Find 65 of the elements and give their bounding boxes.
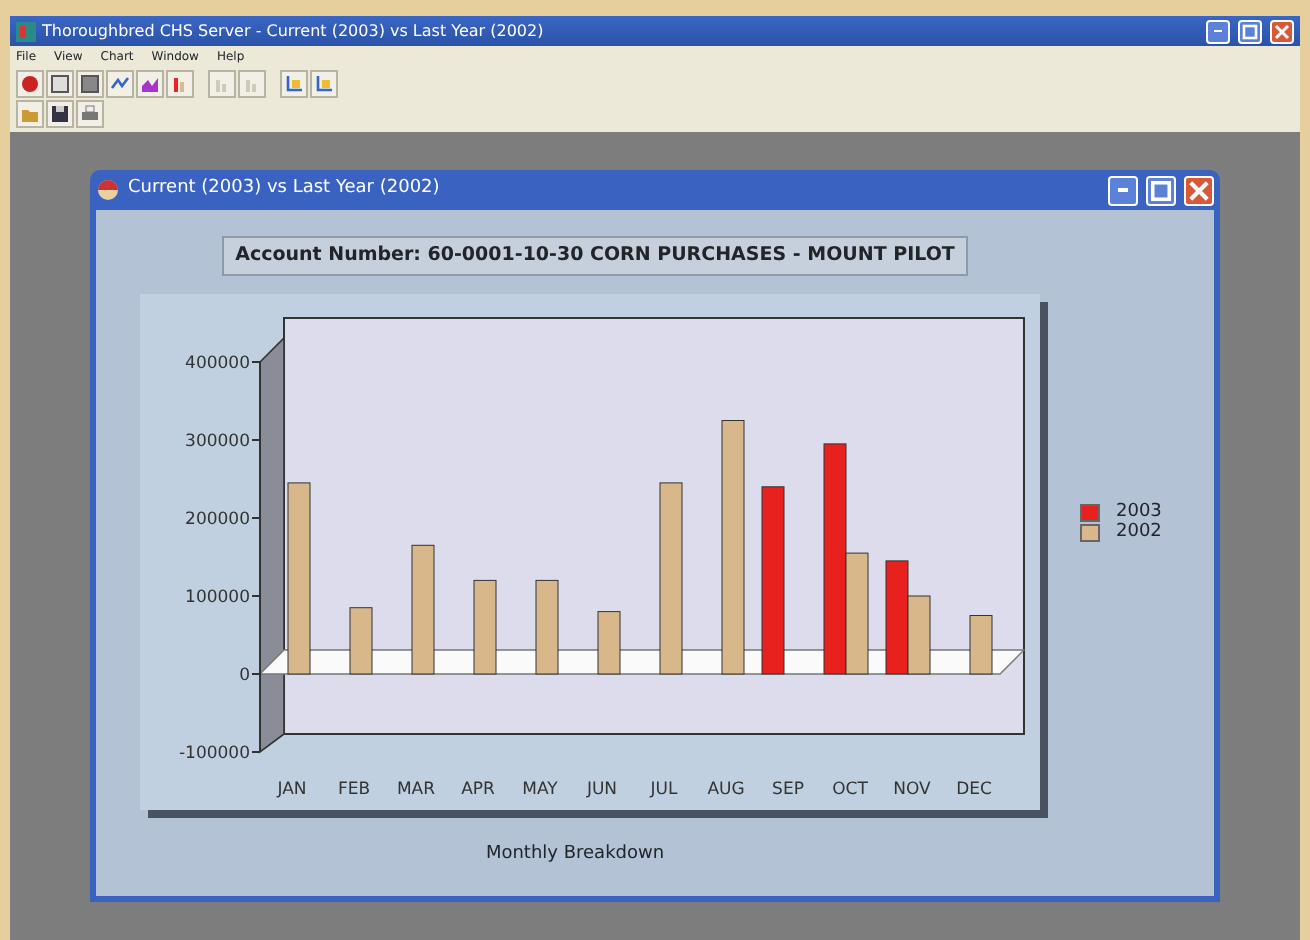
table-button[interactable] — [46, 70, 74, 98]
close-icon — [1274, 23, 1290, 39]
maximize-icon — [1242, 23, 1258, 39]
category-label: JUN — [586, 780, 618, 801]
tick-label: 200000 — [185, 510, 250, 531]
tick-label: -100000 — [178, 744, 250, 765]
tick-label: 0 — [239, 666, 250, 687]
pie-chart-icon — [20, 74, 40, 94]
bar — [473, 580, 497, 675]
category-label: NOV — [893, 780, 931, 801]
bar-chart-icon — [170, 74, 190, 94]
tick-label: 400000 — [185, 354, 250, 375]
area-chart-button[interactable] — [136, 70, 164, 98]
category-label: MAR — [396, 780, 436, 801]
area-chart-icon — [140, 74, 160, 94]
folder-icon — [20, 104, 40, 124]
window-title: Current (2003) vs Last Year (2002) — [128, 176, 442, 203]
category-label: FEB — [337, 780, 371, 801]
axis-chart-button[interactable] — [280, 70, 308, 98]
pie-chart-button[interactable] — [16, 70, 44, 98]
bar — [535, 580, 559, 675]
print-button[interactable] — [76, 100, 104, 128]
minimize-icon — [1214, 29, 1222, 33]
close-button[interactable] — [1184, 175, 1214, 205]
tick-label: 300000 — [185, 432, 250, 453]
category-label: SEP — [772, 780, 804, 801]
bar — [597, 611, 621, 675]
axis-chart-button[interactable] — [310, 70, 338, 98]
close-icon — [1188, 179, 1210, 201]
category-label: OCT — [832, 780, 868, 801]
category-label: MAY — [522, 780, 558, 801]
category-label: JAN — [277, 780, 307, 801]
grid-icon — [80, 74, 100, 94]
category-label: JUL — [650, 780, 678, 801]
axis-label: Monthly Breakdown — [485, 842, 665, 869]
bar — [349, 607, 373, 675]
bar — [411, 545, 435, 675]
bar-chart-button[interactable] — [166, 70, 194, 98]
category-label: DEC — [956, 780, 992, 801]
category-label: APR — [461, 780, 495, 801]
maximize-button[interactable] — [1238, 19, 1262, 43]
legend-label: 2002 — [1116, 522, 1162, 543]
table-icon — [50, 74, 70, 94]
save-icon — [50, 104, 70, 124]
save-button[interactable] — [46, 100, 74, 128]
tick-label: 100000 — [185, 588, 250, 609]
axis-chart-icon — [284, 74, 304, 94]
window-title: Thoroughbred CHS Server - Current (2003) vs Last Year (2002) — [42, 19, 546, 43]
legend-label: 2003 — [1116, 502, 1162, 523]
chart-title: Account Number: 60-0001-10-30 CORN PURCHASES - MOUNT PILOT — [221, 236, 969, 277]
maximize-icon — [1150, 179, 1172, 201]
close-button[interactable] — [1270, 19, 1294, 43]
minimize-icon — [1117, 187, 1129, 193]
line-chart-button[interactable] — [106, 70, 134, 98]
bar — [969, 615, 993, 675]
line-chart-icon — [110, 74, 130, 94]
grid-button[interactable] — [76, 70, 104, 98]
app-icon — [96, 178, 120, 202]
minimize-button[interactable] — [1206, 19, 1230, 43]
print-icon — [80, 104, 100, 124]
minimize-button[interactable] — [1108, 175, 1138, 205]
app-icon — [16, 21, 36, 41]
maximize-button[interactable] — [1146, 175, 1176, 205]
category-label: AUG — [707, 780, 745, 801]
axis-chart-icon — [314, 74, 334, 94]
